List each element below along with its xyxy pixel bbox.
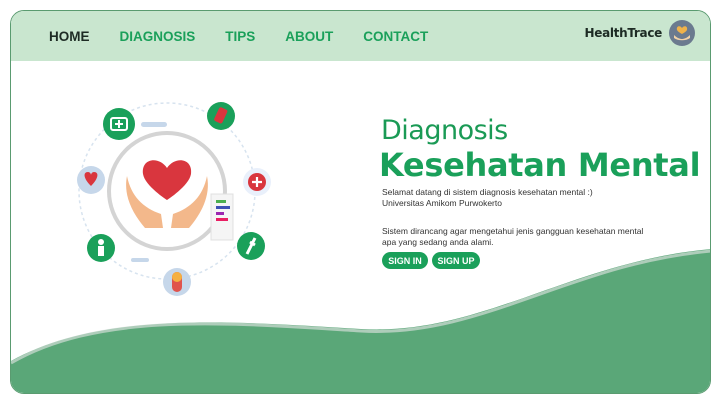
nav-contact[interactable]: CONTACT (363, 29, 428, 44)
intro-line-1: Selamat datang di sistem diagnosis keseh… (382, 187, 593, 197)
intro-text: Selamat datang di sistem diagnosis keseh… (382, 187, 593, 209)
main-nav: HOME DIAGNOSIS TIPS ABOUT CONTACT (49, 11, 458, 61)
intro-line-2: Universitas Amikom Purwokerto (382, 198, 502, 208)
sign-up-button[interactable]: SIGN UP (432, 252, 480, 269)
description-line-2: apa yang sedang anda alami. (382, 237, 494, 247)
logo-hands-heart-icon (669, 20, 695, 46)
nav-diagnosis[interactable]: DIAGNOSIS (120, 29, 196, 44)
description-line-1: Sistem dirancang agar mengetahui jenis g… (382, 226, 644, 236)
nav-home[interactable]: HOME (49, 29, 90, 44)
hero-title: Diagnosis (381, 115, 508, 146)
top-navbar: HOME DIAGNOSIS TIPS ABOUT CONTACT Health… (11, 11, 710, 61)
person-icon (98, 246, 104, 256)
hero-subtitle: Kesehatan Mental (379, 146, 701, 184)
nav-about[interactable]: ABOUT (285, 29, 333, 44)
brand[interactable]: HealthTrace (584, 19, 696, 47)
page-frame: HOME DIAGNOSIS TIPS ABOUT CONTACT Health… (10, 10, 711, 394)
heart-hands-icon (142, 160, 192, 200)
brand-name: HealthTrace (584, 26, 662, 40)
description-text: Sistem dirancang agar mengetahui jenis g… (382, 226, 643, 248)
nav-tips[interactable]: TIPS (225, 29, 255, 44)
mental-health-illustration (77, 102, 271, 296)
sign-in-button[interactable]: SIGN IN (382, 252, 428, 269)
